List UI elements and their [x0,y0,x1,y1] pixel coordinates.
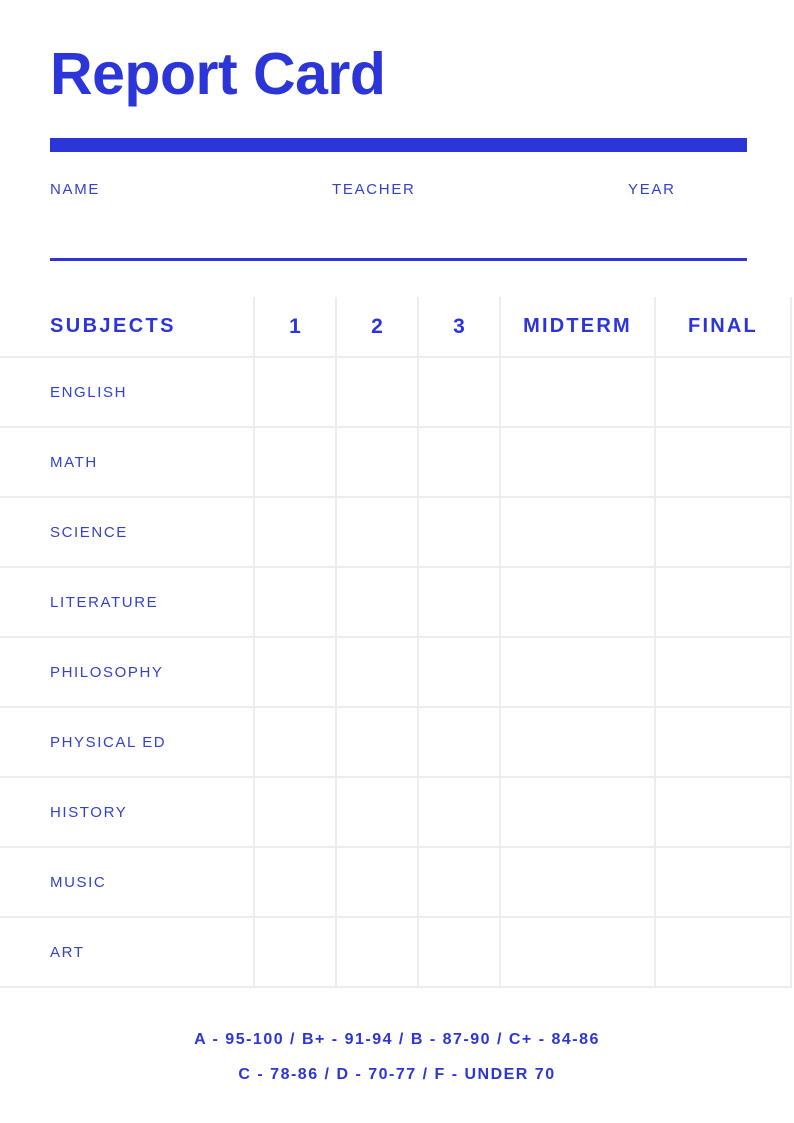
grade-cell-art-midterm[interactable] [500,917,656,988]
subject-label-math: MATH [0,427,255,498]
grade-cell-science-final[interactable] [655,497,792,568]
grade-cell-history-q3[interactable] [418,777,501,848]
report-card-page: Report Card NAME TEACHER YEAR SUBJECTS 1… [0,0,794,1123]
meta-underline-rule [50,258,747,261]
grade-cell-physical-ed-midterm[interactable] [500,707,656,778]
grade-cell-philosophy-final[interactable] [655,637,792,708]
subject-label-science: SCIENCE [0,497,255,568]
grade-cell-science-q3[interactable] [418,497,501,568]
grade-cell-music-q1[interactable] [254,847,337,918]
page-title: Report Card [50,41,386,107]
grade-cell-english-q2[interactable] [336,357,419,428]
table-row: HISTORY [0,777,792,848]
grade-cell-art-q1[interactable] [254,917,337,988]
subject-label-music: MUSIC [0,847,255,918]
subject-label-art: ART [0,917,255,988]
year-label: YEAR [628,181,676,198]
grades-table-body: ENGLISH MATH SCIENCE LITERATURE PHILOSOP… [0,357,792,988]
grade-cell-physical-ed-final[interactable] [655,707,792,778]
grade-cell-history-midterm[interactable] [500,777,656,848]
grade-cell-history-q2[interactable] [336,777,419,848]
grade-cell-art-q2[interactable] [336,917,419,988]
grade-cell-music-final[interactable] [655,847,792,918]
grade-cell-philosophy-q1[interactable] [254,637,337,708]
grading-scale-line-2: C - 78-86 / D - 70-77 / F - UNDER 70 [238,1066,556,1083]
teacher-label: TEACHER [332,181,416,198]
grade-cell-literature-q3[interactable] [418,567,501,638]
grade-cell-english-q1[interactable] [254,357,337,428]
grade-cell-philosophy-q2[interactable] [336,637,419,708]
grade-cell-science-midterm[interactable] [500,497,656,568]
grade-cell-english-midterm[interactable] [500,357,656,428]
grade-cell-history-final[interactable] [655,777,792,848]
grade-cell-english-final[interactable] [655,357,792,428]
grade-cell-music-q2[interactable] [336,847,419,918]
header-row: SUBJECTS 1 2 3 MIDTERM FINAL [0,297,792,358]
grade-cell-english-q3[interactable] [418,357,501,428]
grade-cell-math-midterm[interactable] [500,427,656,498]
column-header-subjects: SUBJECTS [0,297,255,358]
table-row: ENGLISH [0,357,792,428]
column-header-quarter-3: 3 [418,297,501,358]
grade-cell-math-q1[interactable] [254,427,337,498]
grading-scale-line-1: A - 95-100 / B+ - 91-94 / B - 87-90 / C+… [194,1031,600,1048]
table-row: SCIENCE [0,497,792,568]
title-underline-bar [50,138,747,152]
subject-label-english: ENGLISH [0,357,255,428]
table-row: MATH [0,427,792,498]
grade-cell-philosophy-q3[interactable] [418,637,501,708]
column-header-quarter-1: 1 [254,297,337,358]
grade-cell-art-q3[interactable] [418,917,501,988]
grade-cell-literature-q1[interactable] [254,567,337,638]
table-row: PHILOSOPHY [0,637,792,708]
table-row: MUSIC [0,847,792,918]
grade-cell-physical-ed-q1[interactable] [254,707,337,778]
grade-cell-math-q3[interactable] [418,427,501,498]
grade-cell-philosophy-midterm[interactable] [500,637,656,708]
column-header-midterm: MIDTERM [500,297,656,358]
column-header-quarter-2: 2 [336,297,419,358]
column-header-final: FINAL [655,297,792,358]
table-row: LITERATURE [0,567,792,638]
grade-cell-history-q1[interactable] [254,777,337,848]
subject-label-philosophy: PHILOSOPHY [0,637,255,708]
grade-cell-math-final[interactable] [655,427,792,498]
grade-cell-art-final[interactable] [655,917,792,988]
grade-cell-literature-q2[interactable] [336,567,419,638]
subject-label-literature: LITERATURE [0,567,255,638]
grade-cell-literature-final[interactable] [655,567,792,638]
table-row: PHYSICAL ED [0,707,792,778]
grade-cell-math-q2[interactable] [336,427,419,498]
name-label: NAME [50,181,101,198]
grade-cell-science-q2[interactable] [336,497,419,568]
student-meta-row: NAME TEACHER YEAR [0,181,794,201]
grades-table: SUBJECTS 1 2 3 MIDTERM FINAL ENGLISH MAT… [0,297,792,988]
grade-cell-physical-ed-q3[interactable] [418,707,501,778]
subject-label-physical-ed: PHYSICAL ED [0,707,255,778]
grade-cell-music-q3[interactable] [418,847,501,918]
subject-label-history: HISTORY [0,777,255,848]
grade-cell-music-midterm[interactable] [500,847,656,918]
grade-cell-physical-ed-q2[interactable] [336,707,419,778]
grades-table-header: SUBJECTS 1 2 3 MIDTERM FINAL [0,297,792,358]
grading-scale: A - 95-100 / B+ - 91-94 / B - 87-90 / C+… [0,1022,794,1092]
grade-cell-literature-midterm[interactable] [500,567,656,638]
grade-cell-science-q1[interactable] [254,497,337,568]
table-row: ART [0,917,792,988]
